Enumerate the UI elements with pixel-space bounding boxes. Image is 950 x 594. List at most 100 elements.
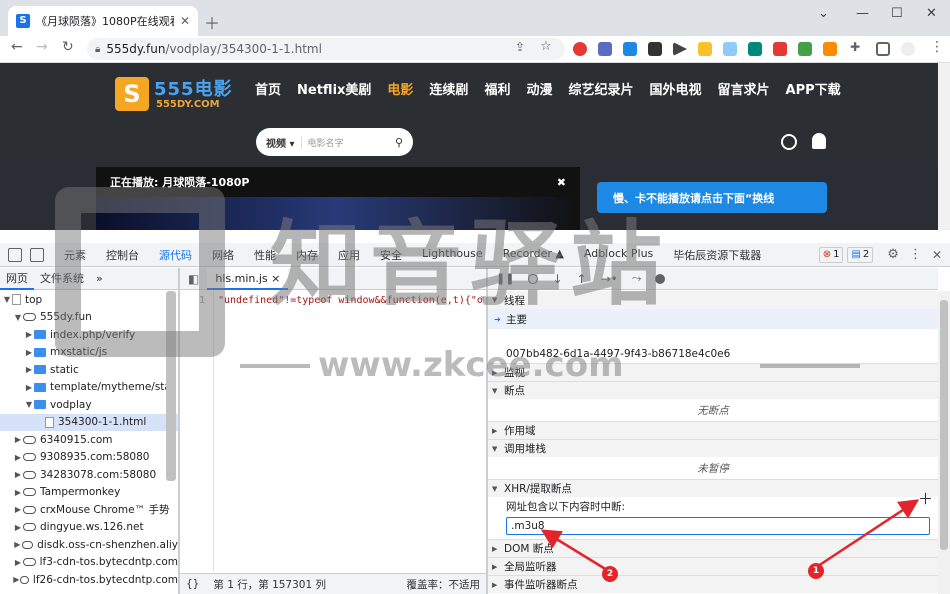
extensions-puzzle-icon[interactable]: ✚: [850, 40, 860, 54]
scope-section[interactable]: ▶ 作用域: [488, 421, 938, 439]
tree-item[interactable]: ▼ vodplay: [0, 396, 178, 414]
expand-triangle-icon[interactable]: ▶: [13, 540, 22, 549]
play-extension-icon[interactable]: [673, 42, 687, 56]
adblock-extension-icon[interactable]: [573, 42, 587, 56]
expand-triangle-icon[interactable]: ▶: [13, 435, 23, 444]
maximize-icon[interactable]: ☐: [891, 6, 903, 21]
nav-item-1[interactable]: Netflix美剧: [297, 79, 371, 98]
xhr-breakpoints-section[interactable]: ▼ XHR/提取断点: [488, 479, 938, 497]
cloud-icon: [23, 453, 36, 462]
extension-icon[interactable]: [823, 42, 837, 56]
expand-triangle-icon[interactable]: ▶: [13, 505, 23, 514]
expand-triangle-icon[interactable]: ▶: [13, 453, 23, 462]
tree-item[interactable]: ▶ static: [0, 361, 178, 379]
nav-item-7[interactable]: 国外电视: [649, 79, 701, 98]
bookmark-star-icon[interactable]: ☆: [540, 39, 552, 54]
nav-item-2[interactable]: 电影: [387, 79, 413, 98]
nav-item-5[interactable]: 动漫: [526, 79, 552, 98]
tree-item[interactable]: ▶ Tampermonkey: [0, 484, 178, 502]
tree-item[interactable]: ▶ 34283078.com:58080: [0, 466, 178, 484]
search-icon[interactable]: ⚲: [395, 136, 403, 149]
callstack-section[interactable]: ▼ 调用堆栈: [488, 439, 938, 457]
side-panel-icon[interactable]: [876, 42, 890, 56]
nav-item-6[interactable]: 综艺纪录片: [568, 79, 633, 98]
tree-item[interactable]: ▶ template/mytheme/stat: [0, 379, 178, 397]
history-icon[interactable]: [781, 134, 797, 150]
expand-triangle-icon[interactable]: ▶: [24, 348, 34, 357]
site-logo-text[interactable]: 555电影: [154, 75, 233, 101]
dom-breakpoints-section[interactable]: ▶ DOM 断点: [488, 539, 938, 557]
nav-item-0[interactable]: 首页: [255, 79, 281, 98]
extension-icon[interactable]: [598, 42, 612, 56]
nav-item-9[interactable]: APP下载: [786, 79, 841, 98]
devtools-menu-icon[interactable]: ⋮: [909, 247, 922, 262]
lock-icon[interactable]: 🔒︎: [95, 44, 100, 55]
tree-item[interactable]: 354300-1-1.html: [0, 413, 178, 431]
extension-icon[interactable]: [648, 42, 662, 56]
tab-search-icon[interactable]: ⌄: [818, 6, 829, 21]
expand-triangle-icon[interactable]: ▶: [13, 575, 20, 584]
site-search[interactable]: 视频 ▾ 电影名字 ⚲: [256, 128, 413, 156]
reload-icon[interactable]: ↻: [62, 39, 74, 55]
browser-tab[interactable]: S 《月球陨落》1080P在线观看-55 ✕: [8, 6, 198, 36]
tree-item[interactable]: ▶ disdk.oss-cn-shenzhen.aliy: [0, 536, 178, 554]
site-logo-icon[interactable]: S: [115, 77, 149, 111]
message-badge[interactable]: ▤ 2: [847, 246, 874, 263]
close-window-icon[interactable]: ✕: [926, 6, 937, 21]
tree-item[interactable]: ▶ crxMouse Chrome™ 手势: [0, 501, 178, 519]
expand-triangle-icon[interactable]: ▶: [13, 488, 23, 497]
back-icon[interactable]: ←: [11, 39, 23, 55]
expand-triangle-icon[interactable]: ▶: [24, 383, 34, 392]
code-editor[interactable]: 1 "undefined"!=typeof window&&function(e…: [180, 291, 486, 571]
expand-triangle-icon[interactable]: ▶: [24, 330, 34, 339]
expand-triangle-icon[interactable]: ▶: [24, 365, 34, 374]
page-scrollbar[interactable]: [938, 63, 950, 230]
extension-icon[interactable]: [623, 42, 637, 56]
devtools-tab-11[interactable]: 毕佑辰资源下载器: [663, 247, 771, 263]
minimize-icon[interactable]: —: [856, 6, 869, 21]
add-xhr-breakpoint-icon[interactable]: ＋: [918, 488, 933, 509]
global-listeners-section[interactable]: ▶ 全局监听器: [488, 557, 938, 575]
search-category-select[interactable]: 视频 ▾: [266, 135, 295, 150]
extension-icon[interactable]: [773, 42, 787, 56]
share-icon[interactable]: ⇪: [515, 40, 525, 54]
extension-icon[interactable]: [798, 42, 812, 56]
search-input[interactable]: 电影名字: [300, 135, 389, 149]
profile-avatar[interactable]: [901, 42, 915, 56]
tree-item[interactable]: ▶ lf26-cdn-tos.bytecdntp.com: [0, 571, 178, 589]
devtools-close-icon[interactable]: ✕: [932, 248, 942, 262]
panel-scrollbar[interactable]: [940, 300, 948, 550]
pretty-print-button[interactable]: {}: [186, 578, 199, 590]
expand-triangle-icon[interactable]: ▶: [13, 523, 23, 532]
address-bar[interactable]: 🔒︎ 555dy.fun/vodplay/354300-1-1.html: [87, 38, 565, 60]
extension-icon[interactable]: [698, 42, 712, 56]
tree-item[interactable]: ▶ 6340915.com: [0, 431, 178, 449]
tab-close-icon[interactable]: ✕: [180, 14, 190, 28]
navigator-tab-0[interactable]: 网页: [0, 268, 34, 290]
tree-item[interactable]: ▶ lf3-cdn-tos.bytecdntp.com: [0, 554, 178, 572]
player-close-icon[interactable]: ✖: [557, 176, 566, 189]
menu-kebab-icon[interactable]: ⋮: [930, 39, 944, 55]
expand-triangle-icon[interactable]: ▶: [13, 558, 23, 567]
tree-item-label: 6340915.com: [40, 433, 113, 446]
extension-icon[interactable]: [748, 42, 762, 56]
error-badge[interactable]: ⊗ 1: [818, 246, 844, 263]
nav-item-8[interactable]: 留言求片: [718, 79, 770, 98]
tree-item[interactable]: ▶ dingyue.ws.126.net: [0, 519, 178, 537]
tree-item[interactable]: ▶ 9308935.com:58080: [0, 449, 178, 467]
xhr-url-input[interactable]: .m3u8: [506, 517, 930, 535]
nav-item-3[interactable]: 连续剧: [429, 79, 468, 98]
new-tab-icon[interactable]: ＋: [204, 10, 220, 34]
expand-triangle-icon[interactable]: ▼: [24, 400, 34, 409]
expand-triangle-icon[interactable]: ▶: [13, 470, 23, 479]
inspect-element-icon[interactable]: [8, 247, 22, 262]
extension-icon[interactable]: [723, 42, 737, 56]
expand-triangle-icon[interactable]: ▼: [13, 313, 23, 322]
nav-item-4[interactable]: 福利: [484, 79, 510, 98]
settings-gear-icon[interactable]: ⚙: [887, 247, 899, 262]
expand-triangle-icon[interactable]: ▼: [2, 295, 12, 304]
device-toolbar-icon[interactable]: [30, 247, 44, 262]
event-listener-breakpoints-section[interactable]: ▶ 事件监听器断点: [488, 575, 938, 593]
forward-icon[interactable]: →: [36, 39, 48, 55]
user-icon[interactable]: [812, 133, 826, 149]
